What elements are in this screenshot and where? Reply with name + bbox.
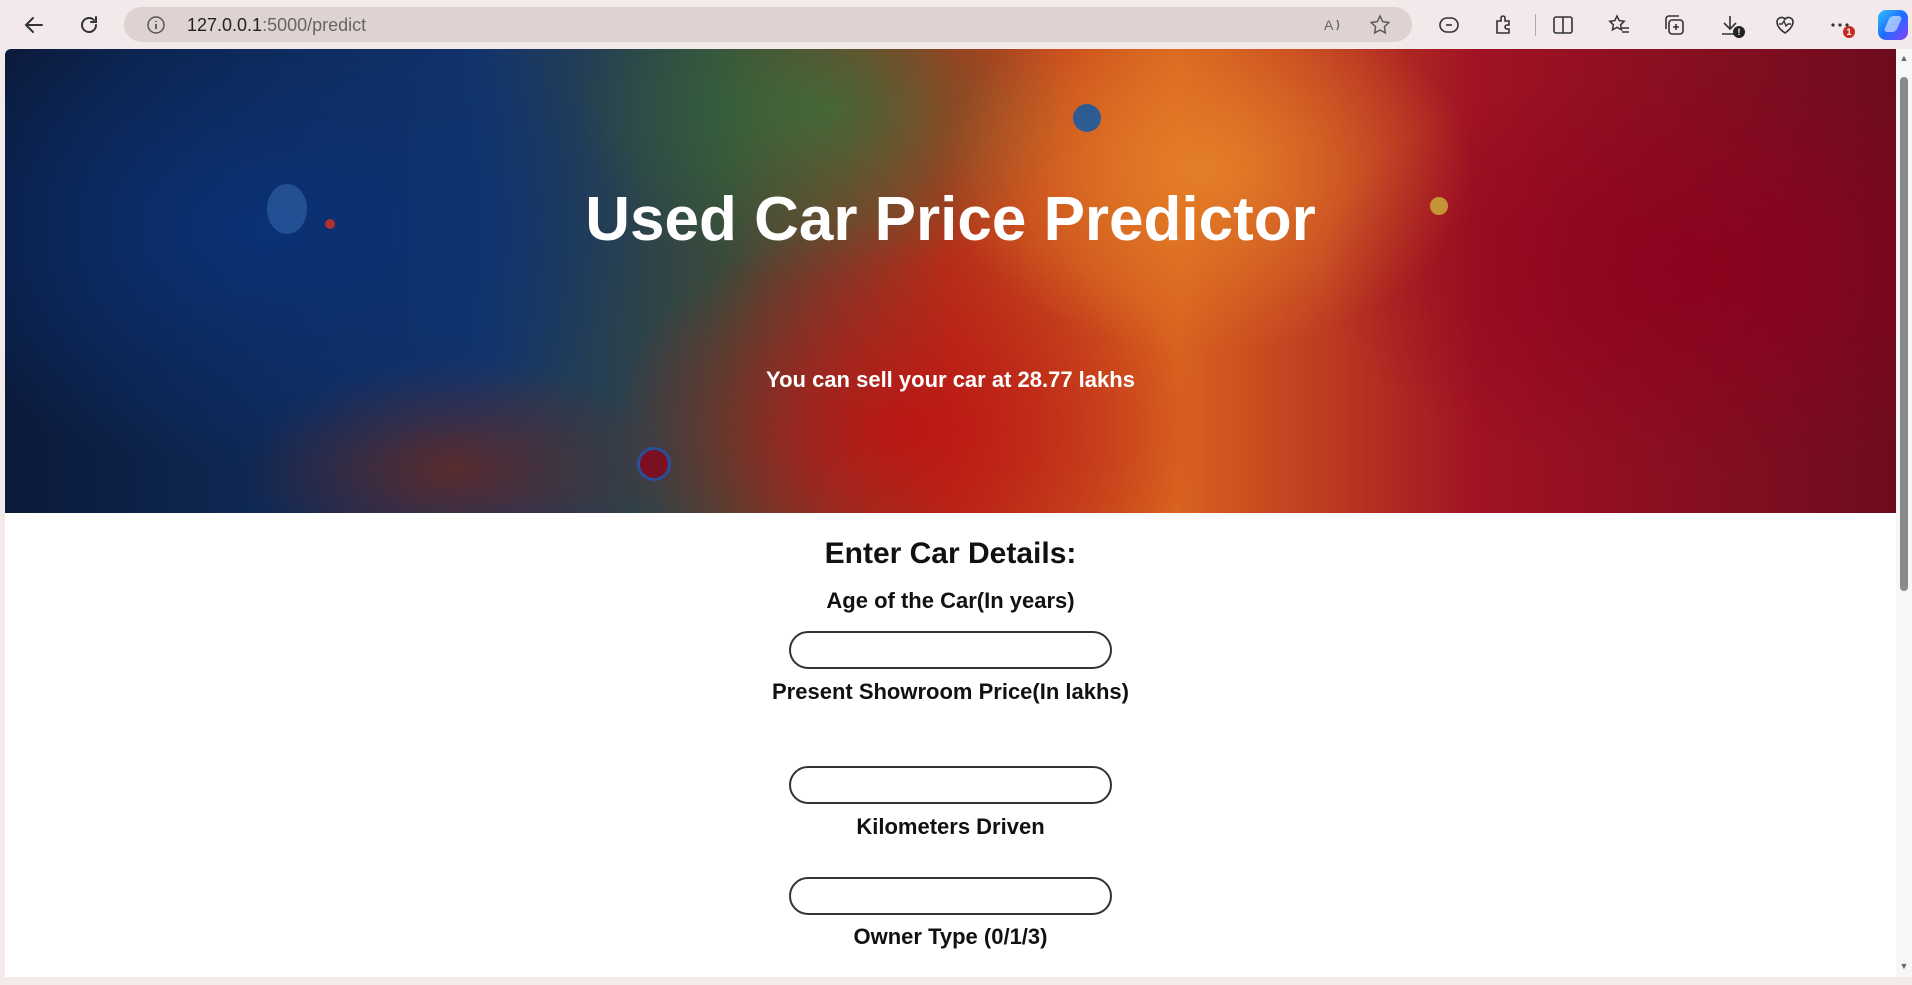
split-screen-icon bbox=[1553, 16, 1573, 34]
bubble-decoration bbox=[637, 447, 671, 481]
refresh-icon bbox=[81, 16, 97, 33]
svg-text:A: A bbox=[1324, 17, 1334, 33]
showroom-price-input[interactable] bbox=[789, 766, 1112, 804]
browser-toolbar: 127.0.0.1:5000/predict A ! 1 bbox=[0, 0, 1912, 49]
kilometers-label: Kilometers Driven bbox=[856, 814, 1045, 839]
copilot-button[interactable] bbox=[1878, 10, 1908, 40]
form-heading: Enter Car Details: bbox=[824, 537, 1077, 570]
collections-icon bbox=[1665, 15, 1684, 35]
url-path: :5000/predict bbox=[262, 15, 367, 35]
downloads-button[interactable]: ! bbox=[1717, 12, 1745, 38]
scrollbar-thumb[interactable] bbox=[1900, 77, 1908, 591]
essentials-icon bbox=[1439, 17, 1459, 33]
collections-button[interactable] bbox=[1661, 12, 1687, 38]
showroom-price-label: Present Showroom Price(In lakhs) bbox=[772, 679, 1129, 704]
site-info-icon[interactable] bbox=[146, 15, 166, 35]
performance-button[interactable] bbox=[1772, 12, 1798, 38]
heart-pulse-icon bbox=[1776, 16, 1794, 34]
scroll-down-arrow-icon[interactable]: ▼ bbox=[1899, 961, 1909, 971]
extensions-button[interactable] bbox=[1491, 12, 1517, 38]
page-viewport: Used Car Price Predictor You can sell yo… bbox=[5, 49, 1896, 977]
favorites-list-icon bbox=[1608, 14, 1629, 33]
hero-banner: Used Car Price Predictor You can sell yo… bbox=[5, 49, 1896, 513]
prediction-result: You can sell your car at 28.77 lakhs bbox=[766, 367, 1135, 392]
puzzle-icon bbox=[1496, 15, 1510, 34]
page-scrollbar[interactable]: ▲ ▼ bbox=[1896, 49, 1912, 977]
back-arrow-icon bbox=[24, 17, 43, 33]
read-aloud-icon[interactable]: A bbox=[1322, 14, 1344, 36]
kilometers-input[interactable] bbox=[789, 877, 1112, 915]
owner-type-label: Owner Type (0/1/3) bbox=[853, 924, 1048, 949]
favorite-star-icon[interactable] bbox=[1369, 14, 1391, 36]
copilot-icon bbox=[1884, 16, 1902, 32]
url-host: 127.0.0.1 bbox=[187, 15, 263, 35]
address-bar[interactable]: 127.0.0.1:5000/predict A bbox=[124, 7, 1412, 42]
page-title: Used Car Price Predictor bbox=[585, 185, 1316, 254]
age-input[interactable] bbox=[789, 631, 1112, 669]
scroll-up-arrow-icon[interactable]: ▲ bbox=[1899, 53, 1909, 63]
toolbar-divider bbox=[1535, 14, 1536, 36]
age-label: Age of the Car(In years) bbox=[826, 588, 1075, 613]
bubble-decoration bbox=[1073, 104, 1101, 132]
back-button[interactable] bbox=[17, 8, 51, 42]
browser-essentials-button[interactable] bbox=[1436, 12, 1462, 38]
more-menu-button[interactable]: 1 bbox=[1827, 12, 1855, 38]
split-screen-button[interactable] bbox=[1550, 12, 1576, 38]
url-text[interactable]: 127.0.0.1:5000/predict bbox=[187, 15, 366, 36]
refresh-button[interactable] bbox=[72, 8, 106, 42]
downloads-badge: ! bbox=[1733, 26, 1745, 38]
notification-badge: 1 bbox=[1843, 26, 1855, 38]
favorites-button[interactable] bbox=[1606, 12, 1632, 38]
